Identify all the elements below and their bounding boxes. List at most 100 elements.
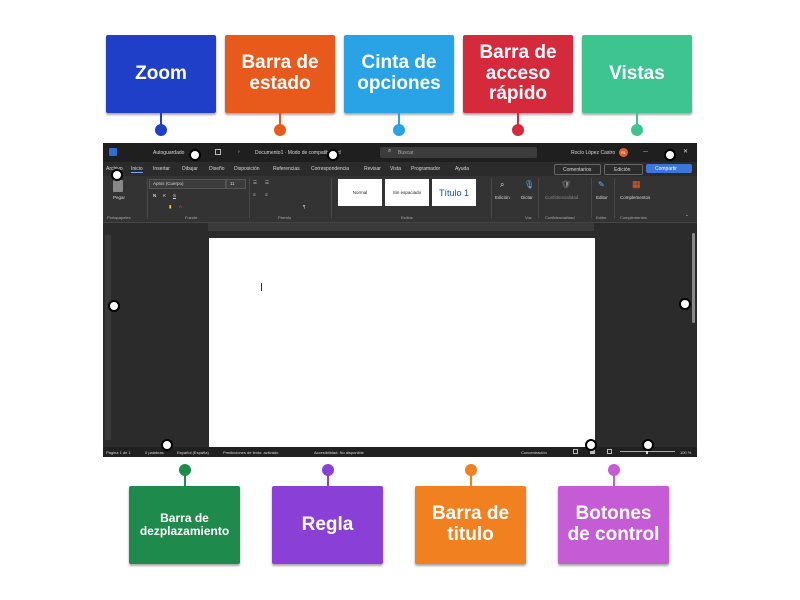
microphone-icon[interactable]: 🎙 [524, 180, 534, 189]
share-label: Compartir [655, 166, 677, 172]
dot-zoom [155, 124, 167, 136]
vertical-ruler[interactable] [105, 235, 111, 440]
qat-more-icon[interactable]: › [238, 149, 240, 155]
comments-button[interactable]: Comentarios [554, 164, 601, 175]
vertical-scrollbar[interactable] [692, 233, 695, 323]
marker-qat[interactable] [189, 149, 201, 161]
menu-vista[interactable]: Vista [390, 166, 401, 172]
paste-icon[interactable] [113, 180, 123, 192]
marker-zoom[interactable] [642, 439, 654, 451]
search-box[interactable]: ⌕ Buscar [380, 147, 537, 158]
menu-programador[interactable]: Programador [411, 166, 440, 172]
addins-icon[interactable]: ▦ [632, 179, 641, 190]
group-parrafo: Párrafo [278, 215, 292, 220]
menu-diseno[interactable]: Diseño [209, 166, 225, 172]
menu-correspondencia[interactable]: Correspondencia [311, 166, 349, 172]
status-accessibility[interactable]: Accesibilidad: No disponible [314, 450, 364, 455]
group-complementos: Complementos [620, 215, 647, 220]
avatar-initials: RL [621, 150, 626, 155]
italic-button[interactable]: K [163, 193, 166, 198]
status-language[interactable]: Español (España) [177, 450, 209, 455]
bold-button[interactable]: N [153, 193, 156, 198]
style-normal[interactable]: Normal [338, 179, 382, 206]
marker-control-buttons[interactable] [664, 149, 676, 161]
menu-bar: Archivo Inicio Insertar Dibujar Diseño D… [103, 162, 697, 176]
label-barra-desplazamiento: Barra de dezplazamiento [129, 486, 240, 564]
separator [614, 178, 615, 218]
marker-vertical-ruler[interactable] [108, 300, 120, 312]
menu-disposicion[interactable]: Disposición [234, 166, 260, 172]
share-button[interactable]: Compartir [646, 164, 692, 173]
save-icon[interactable] [215, 149, 221, 155]
menu-revisar[interactable]: Revisar [364, 166, 381, 172]
menu-insertar[interactable]: Insertar [153, 166, 170, 172]
marker-ribbon[interactable] [111, 169, 123, 181]
label-botones-control: Botones de control [558, 486, 669, 564]
marker-status-bar[interactable] [161, 439, 173, 451]
dot-vistas [631, 124, 643, 136]
word-logo-icon [109, 148, 117, 156]
menu-dibujar[interactable]: Dibujar [182, 166, 198, 172]
editing-button[interactable]: Edición [604, 164, 643, 175]
marker-title[interactable] [327, 149, 339, 161]
document-page[interactable] [209, 238, 595, 448]
status-focus[interactable]: Concentración [521, 450, 547, 455]
marker-views[interactable] [585, 439, 597, 451]
font-size-select[interactable]: 11 [226, 179, 246, 189]
ribbon: Pegar Portapapeles Aptos (Cuerpo) 11 N K… [103, 176, 697, 223]
style-sin-espaciado[interactable]: Sin espaciado [385, 179, 429, 206]
separator [249, 178, 250, 218]
style-normal-label: Normal [352, 190, 368, 195]
status-words[interactable]: 0 palabras [145, 450, 164, 455]
separator [538, 178, 539, 218]
search-placeholder: Buscar [398, 150, 414, 156]
label-zoom: Zoom [106, 35, 216, 113]
underline-button[interactable]: S [173, 193, 176, 198]
addins-label: Complementos [620, 195, 651, 200]
status-page[interactable]: Página 1 de 1 [106, 450, 131, 455]
align-center-icon[interactable]: ≡ [265, 192, 268, 197]
status-bar: Página 1 de 1 0 palabras Español (España… [103, 447, 697, 457]
dictate-label: Dictar [521, 195, 533, 200]
font-color-icon[interactable]: A [179, 204, 182, 209]
search-icon: ⌕ [388, 148, 392, 154]
marker-scrollbar[interactable] [679, 298, 691, 310]
find-icon[interactable]: ⌕ [500, 180, 504, 190]
separator [147, 178, 148, 218]
web-layout-icon[interactable] [607, 449, 612, 454]
menu-referencias[interactable]: Referencias [273, 166, 300, 172]
group-editor: Editor [596, 215, 607, 220]
numbering-icon[interactable]: ☰ [265, 180, 269, 186]
editor-icon[interactable]: ✎ [598, 180, 605, 189]
label-barra-estado: Barra de estado [225, 35, 335, 113]
menu-inicio[interactable]: Inicio [131, 166, 143, 173]
text-cursor [261, 283, 262, 291]
menu-ayuda[interactable]: Ayuda [455, 166, 469, 172]
separator [491, 178, 492, 218]
label-barra-acceso-rapido: Barra de acceso rápido [463, 35, 573, 113]
label-cinta-opciones: Cinta de opciones [344, 35, 454, 113]
highlight-icon[interactable]: ▮ [169, 204, 171, 210]
font-size-value: 11 [230, 181, 235, 186]
horizontal-ruler[interactable] [208, 223, 594, 231]
pilcrow-icon[interactable]: ¶ [303, 204, 305, 209]
bullets-icon[interactable]: ☰ [253, 180, 257, 186]
confidentiality-icon[interactable]: 🛡 [561, 180, 571, 189]
minimize-button[interactable]: — [643, 149, 648, 155]
close-button[interactable]: ✕ [683, 148, 688, 155]
font-name-select[interactable]: Aptos (Cuerpo) [149, 179, 226, 189]
align-left-icon[interactable]: ≡ [253, 192, 256, 197]
collapse-ribbon-icon[interactable]: ⌄ [685, 212, 689, 218]
group-voz: Voz [525, 215, 532, 220]
status-predictions[interactable]: Predicciones de texto: activado [223, 450, 278, 455]
avatar[interactable]: RL [619, 148, 628, 157]
style-titulo-1[interactable]: Título 1 [432, 179, 476, 206]
comments-label: Comentarios [563, 167, 592, 173]
dot-barra-acceso-rapido [512, 124, 524, 136]
read-mode-icon[interactable] [573, 449, 578, 454]
separator [331, 178, 332, 218]
paste-label: Pegar [113, 195, 126, 200]
autosave-label: Autoguardado [153, 150, 185, 156]
status-zoom[interactable]: 100 % [680, 450, 691, 455]
style-titulo-1-label: Título 1 [438, 187, 469, 198]
